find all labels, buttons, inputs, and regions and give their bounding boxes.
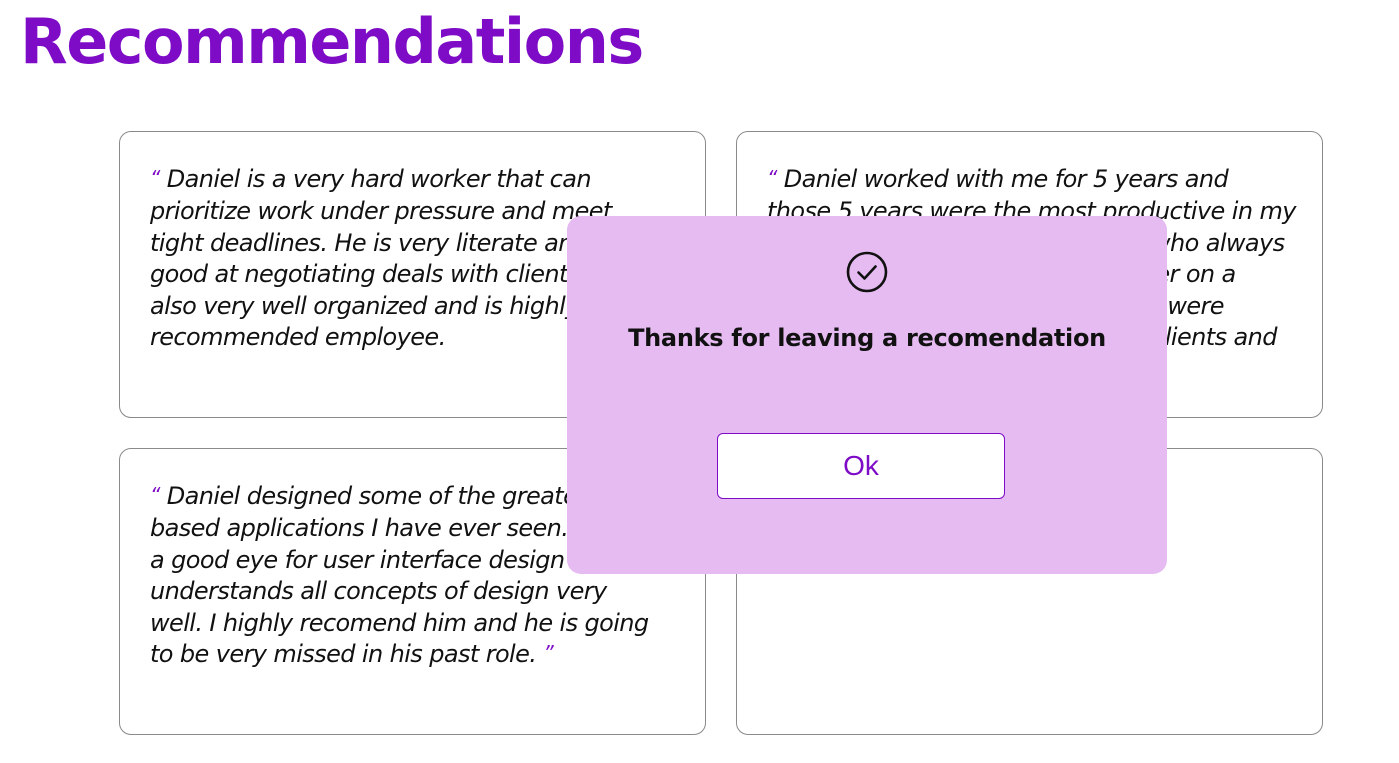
confirmation-dialog: Thanks for leaving a recomendation Ok xyxy=(567,216,1167,574)
close-quote: ” xyxy=(543,641,554,666)
page-title: Recommendations xyxy=(20,5,644,78)
open-quote: “ xyxy=(150,166,160,190)
ok-button[interactable]: Ok xyxy=(717,433,1005,499)
check-circle-icon xyxy=(845,250,889,294)
dialog-message: Thanks for leaving a recomendation xyxy=(628,324,1106,352)
open-quote: “ xyxy=(150,483,160,507)
open-quote: “ xyxy=(767,166,777,190)
